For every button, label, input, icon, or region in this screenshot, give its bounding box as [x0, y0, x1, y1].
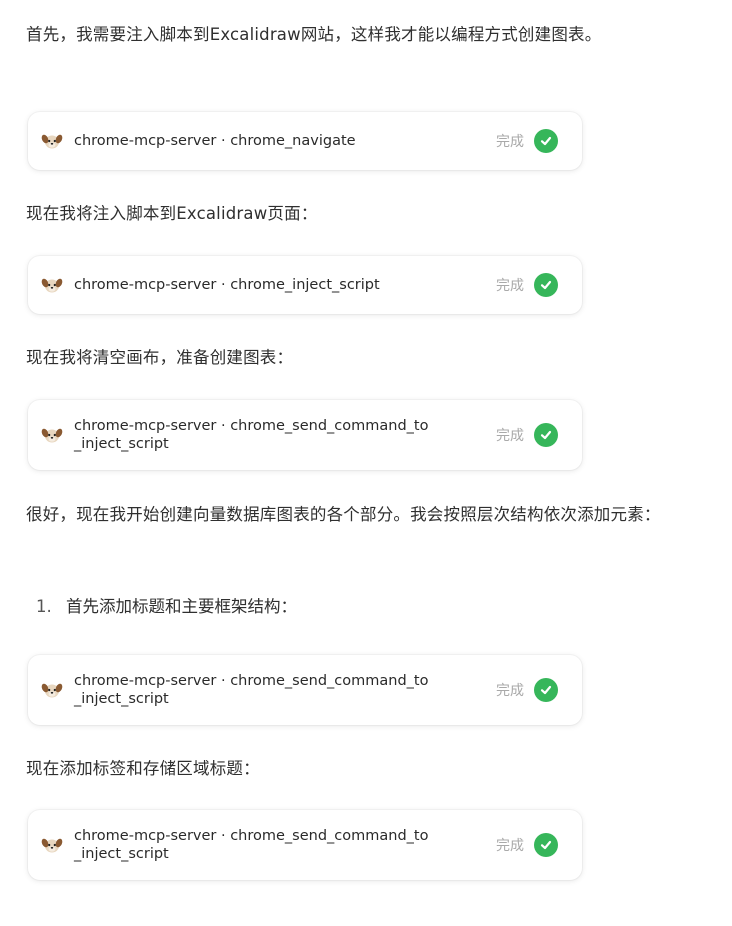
status-label: 完成 — [496, 278, 524, 294]
check-circle-icon — [534, 423, 558, 447]
list-item-number: 1. — [36, 597, 52, 616]
message-text: 现在添加标签和存储区域标题： — [26, 759, 260, 778]
dog-avatar-icon — [41, 428, 63, 443]
tool-call-status: 完成 — [496, 273, 558, 297]
tool-call-name: chrome-mcp-server · chrome_inject_script — [74, 277, 380, 293]
tool-call-name: chrome-mcp-server · chrome_send_command_… — [74, 418, 429, 452]
tool-call-card[interactable]: chrome-mcp-server · chrome_inject_script… — [28, 256, 582, 314]
message-text: 很好，现在我开始创建向量数据库图表的各个部分。我会按照层次结构依次添加元素： — [26, 505, 661, 524]
tool-call-name: chrome-mcp-server · chrome_send_command_… — [74, 673, 429, 707]
tool-call-status: 完成 — [496, 678, 558, 702]
check-circle-icon — [534, 129, 558, 153]
tool-call-name: chrome-mcp-server · chrome_navigate — [74, 133, 356, 149]
tool-call-status: 完成 — [496, 833, 558, 857]
tool-call-card[interactable]: chrome-mcp-server · chrome_send_command_… — [28, 810, 582, 880]
message-text: 现在我将注入脚本到Excalidraw页面： — [26, 204, 318, 223]
check-circle-icon — [534, 833, 558, 857]
tool-call-status: 完成 — [496, 129, 558, 153]
tool-call-card[interactable]: chrome-mcp-server · chrome_send_command_… — [28, 400, 582, 470]
tool-call-name: chrome-mcp-server · chrome_send_command_… — [74, 828, 429, 862]
status-label: 完成 — [496, 134, 524, 150]
status-label: 完成 — [496, 838, 524, 854]
dog-avatar-icon — [41, 134, 63, 149]
list-item: 1. 首先添加标题和主要框架结构： — [36, 592, 297, 622]
dog-avatar-icon — [41, 278, 63, 293]
check-circle-icon — [534, 678, 558, 702]
status-label: 完成 — [496, 428, 524, 444]
dog-avatar-icon — [41, 683, 63, 698]
tool-call-status: 完成 — [496, 423, 558, 447]
message-text: 现在我将清空画布，准备创建图表： — [26, 348, 294, 367]
check-circle-icon — [534, 273, 558, 297]
status-label: 完成 — [496, 683, 524, 699]
list-item-text: 首先添加标题和主要框架结构： — [66, 597, 297, 616]
tool-call-card[interactable]: chrome-mcp-server · chrome_send_command_… — [28, 655, 582, 725]
tool-call-card[interactable]: chrome-mcp-server · chrome_navigate 完成 — [28, 112, 582, 170]
dog-avatar-icon — [41, 838, 63, 853]
message-text: 首先，我需要注入脚本到Excalidraw网站，这样我才能以编程方式创建图表。 — [26, 25, 602, 44]
